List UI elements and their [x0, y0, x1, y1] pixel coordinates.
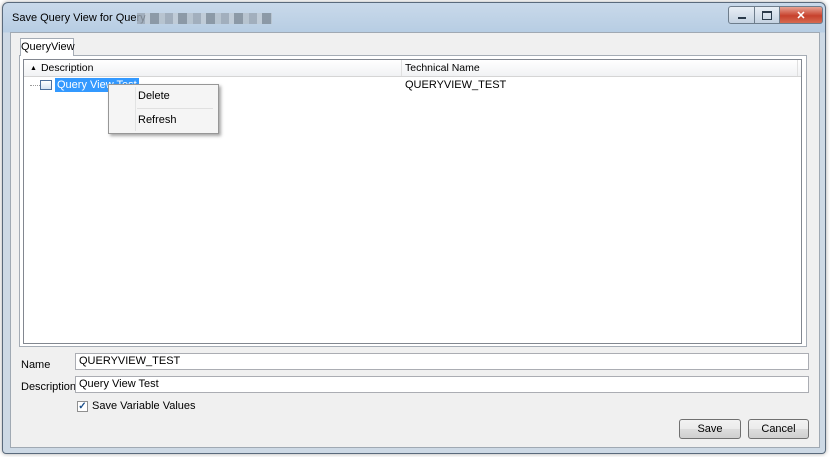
column-divider[interactable] — [797, 60, 798, 76]
minimize-icon — [737, 17, 746, 19]
column-divider[interactable] — [401, 60, 402, 76]
name-field[interactable]: QUERYVIEW_TEST — [75, 353, 809, 370]
context-menu: Delete Refresh — [108, 84, 219, 134]
context-menu-delete[interactable]: Delete — [111, 85, 214, 107]
sort-ascending-icon: ▲ — [30, 65, 37, 72]
maximize-button[interactable] — [754, 6, 780, 24]
close-icon: ✕ — [796, 9, 806, 22]
dialog-window: Save Query View for Query ✕ QueryView ▲ D… — [2, 2, 826, 454]
column-header-description[interactable]: ▲ Description — [30, 60, 400, 76]
tree-connector — [30, 85, 40, 86]
window-title: Save Query View for Query — [12, 12, 146, 24]
column-header-description-label: Description — [40, 62, 94, 74]
column-header-technical-name[interactable]: Technical Name — [405, 60, 795, 76]
redacted-query-name — [137, 13, 272, 24]
maximize-icon — [762, 10, 772, 20]
cancel-button[interactable]: Cancel — [748, 419, 809, 439]
save-variable-values-checkbox[interactable]: ✓ — [77, 401, 88, 412]
description-label: Description — [21, 381, 77, 393]
list-header: ▲ Description Technical Name — [24, 60, 801, 77]
title-bar[interactable]: Save Query View for Query ✕ — [3, 3, 825, 32]
save-button[interactable]: Save — [679, 419, 741, 439]
context-menu-refresh[interactable]: Refresh — [111, 109, 214, 131]
query-view-node-icon — [40, 80, 52, 90]
description-field[interactable]: Query View Test — [75, 376, 809, 393]
name-label: Name — [21, 359, 51, 371]
save-variable-values-label[interactable]: Save Variable Values — [92, 400, 196, 412]
minimize-button[interactable] — [728, 6, 755, 24]
tab-queryview[interactable]: QueryView — [20, 38, 75, 56]
close-button[interactable]: ✕ — [779, 6, 823, 24]
list-item-technical-name: QUERYVIEW_TEST — [405, 79, 507, 91]
